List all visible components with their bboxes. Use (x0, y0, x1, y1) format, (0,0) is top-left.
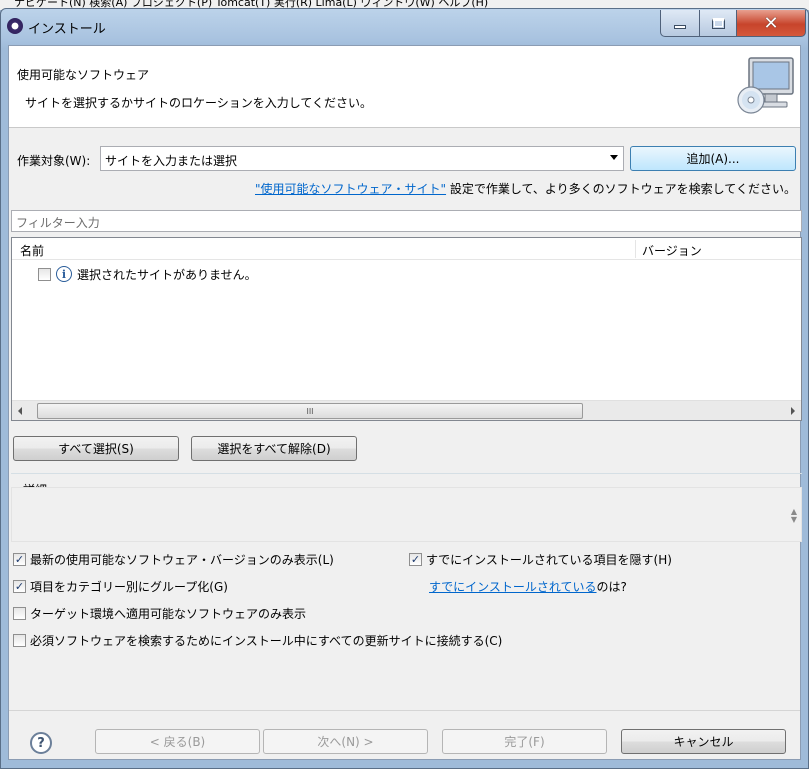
wizard-banner: 使用可能なソフトウェア サイトを選択するかサイトのロケーションを入力してください… (9, 46, 800, 128)
latest-only-label: 最新の使用可能なソフトウェア・バージョンのみ表示(L) (30, 553, 334, 567)
software-tree[interactable]: 名前 バージョン i 選択されたサイトがありません。 III (11, 237, 802, 421)
minimize-button[interactable] (660, 10, 700, 37)
hide-installed-label: すでにインストールされている項目を隠す(H) (426, 553, 672, 567)
details-scroll-icon[interactable]: ▲ ▼ (791, 508, 797, 524)
column-header-version[interactable]: バージョン (642, 242, 702, 259)
column-separator[interactable] (635, 240, 636, 258)
install-dialog: インストール ✕ 使用可能なソフトウェア サイトを選択するかサイトのロケーション… (0, 8, 809, 769)
back-label: < 戻る(B) (149, 735, 206, 749)
select-all-button[interactable]: すべて選択(S) (13, 436, 179, 461)
option-latest-only[interactable]: ✓ 最新の使用可能なソフトウェア・バージョンのみ表示(L) (13, 551, 334, 568)
row-checkbox[interactable] (38, 267, 51, 281)
option-group-by-category[interactable]: ✓ 項目をカテゴリー別にグループ化(G) (13, 578, 228, 595)
footer-separator (9, 710, 800, 711)
contact-all-sites-checkbox[interactable] (13, 634, 26, 647)
already-installed-link[interactable]: すでにインストールされている (429, 578, 597, 595)
deselect-all-button[interactable]: 選択をすべて解除(D) (191, 436, 357, 461)
hide-installed-checkbox[interactable]: ✓ (409, 553, 422, 566)
horizontal-scrollbar[interactable]: III (12, 400, 801, 420)
finish-label: 完了(F) (504, 735, 545, 749)
scrollbar-thumb[interactable]: III (37, 403, 583, 419)
cancel-label: キャンセル (673, 735, 734, 749)
dropdown-arrow-icon[interactable] (610, 155, 618, 160)
contact-all-sites-label: 必須ソフトウェアを検索するためにインストール中にすべての更新サイトに接続する(C… (30, 634, 503, 648)
title-bar[interactable]: インストール ✕ (1, 9, 808, 45)
tree-row[interactable]: i 選択されたサイトがありません。 (38, 265, 257, 283)
work-with-value: サイトを入力または選択 (105, 154, 238, 168)
already-installed-suffix: のは? (596, 580, 627, 594)
maximize-icon (711, 17, 725, 29)
finish-button[interactable]: 完了(F) (442, 729, 607, 754)
scroll-left-icon[interactable] (18, 407, 22, 415)
latest-only-checkbox[interactable]: ✓ (13, 553, 26, 566)
work-with-label: 作業対象(W): (17, 154, 91, 168)
add-site-button[interactable]: 追加(A)... (630, 146, 796, 171)
window-title: インストール (28, 22, 106, 37)
group-by-category-label: 項目をカテゴリー別にグループ化(G) (30, 580, 228, 594)
back-button[interactable]: < 戻る(B) (95, 729, 260, 754)
option-target-only[interactable]: ターゲット環境へ適用可能なソフトウェアのみ表示 (13, 605, 306, 622)
target-only-checkbox[interactable] (13, 607, 26, 620)
add-site-button-label: 追加(A)... (686, 152, 740, 166)
minimize-icon (674, 25, 686, 29)
row-label: 選択されたサイトがありません。 (77, 267, 257, 282)
close-icon: ✕ (763, 12, 779, 34)
page-description: サイトを選択するかサイトのロケーションを入力してください。 (25, 96, 373, 110)
details-text-area[interactable]: ▲ ▼ (11, 487, 802, 542)
filter-input[interactable]: フィルター入力 (11, 210, 802, 232)
select-all-label: すべて選択(S) (58, 442, 134, 456)
column-header-name[interactable]: 名前 (20, 242, 44, 259)
target-only-label: ターゲット環境へ適用可能なソフトウェアのみ表示 (30, 607, 307, 621)
help-icon[interactable]: ? (30, 732, 52, 754)
option-hide-installed[interactable]: ✓ すでにインストールされている項目を隠す(H) (409, 551, 672, 568)
eclipse-icon (7, 18, 23, 34)
available-software-sites-link[interactable]: "使用可能なソフトウェア・サイト" (255, 182, 446, 196)
scroll-right-icon[interactable] (791, 407, 795, 415)
group-by-category-checkbox[interactable]: ✓ (13, 580, 26, 593)
info-icon: i (56, 266, 72, 282)
close-button[interactable]: ✕ (736, 10, 806, 37)
option-contact-all-sites[interactable]: 必須ソフトウェアを検索するためにインストール中にすべての更新サイトに接続する(C… (13, 632, 502, 649)
help-glyph: ? (37, 735, 45, 751)
sites-preference-hint: "使用可能なソフトウェア・サイト" 設定で作業して、より多くのソフトウェアを検索… (255, 180, 796, 197)
dialog-client-area: 使用可能なソフトウェア サイトを選択するかサイトのロケーションを入力してください… (8, 45, 802, 760)
sites-preference-suffix: 設定で作業して、より多くのソフトウェアを検索してください。 (446, 182, 796, 196)
deselect-all-label: 選択をすべて解除(D) (217, 442, 331, 456)
tree-header: 名前 バージョン (12, 238, 801, 260)
work-with-combo[interactable]: サイトを入力または選択 (100, 146, 624, 171)
next-button[interactable]: 次へ(N) > (263, 729, 428, 754)
scroll-grip-icon: III (306, 406, 314, 416)
next-label: 次へ(N) > (317, 735, 374, 749)
page-title: 使用可能なソフトウェア (17, 68, 150, 82)
already-installed-hint: すでにインストールされている のは? (429, 578, 627, 595)
maximize-button[interactable] (699, 10, 737, 37)
cancel-button[interactable]: キャンセル (621, 729, 786, 754)
computer-cd-icon (737, 57, 794, 114)
filter-placeholder: フィルター入力 (16, 216, 100, 230)
